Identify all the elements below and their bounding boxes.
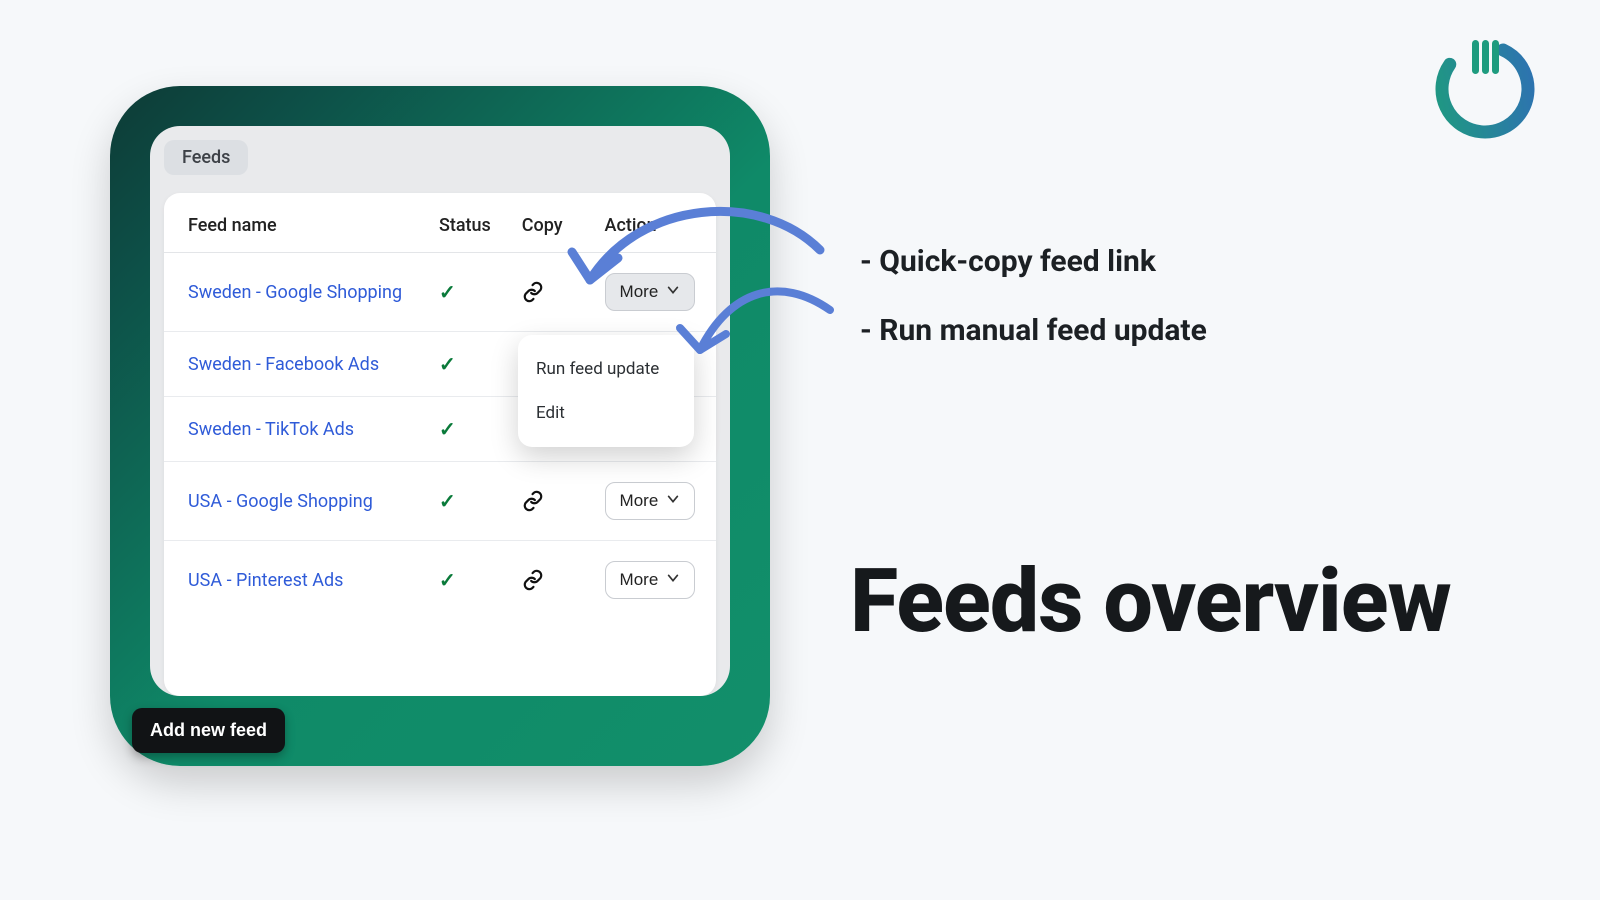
feed-name-link[interactable]: USA - Pinterest Ads bbox=[188, 570, 343, 591]
chevron-down-icon bbox=[666, 282, 680, 302]
more-button-label: More bbox=[620, 282, 659, 302]
table-row: USA - Google Shopping ✓ More bbox=[164, 462, 716, 541]
table-row: USA - Pinterest Ads ✓ More bbox=[164, 541, 716, 620]
note-run-update: - Run manual feed update bbox=[860, 311, 1207, 352]
copy-link-icon[interactable] bbox=[522, 490, 585, 512]
copy-link-icon[interactable] bbox=[522, 281, 585, 303]
more-dropdown: Run feed update Edit bbox=[518, 335, 694, 447]
more-button-label: More bbox=[620, 491, 659, 511]
feed-name-link[interactable]: Sweden - TikTok Ads bbox=[188, 419, 354, 440]
note-quick-copy: - Quick-copy feed link bbox=[860, 242, 1207, 283]
add-new-feed-button[interactable]: Add new feed bbox=[132, 708, 285, 753]
more-button[interactable]: More bbox=[605, 561, 696, 599]
table-row: Sweden - Google Shopping ✓ More bbox=[164, 253, 716, 332]
dropdown-edit[interactable]: Edit bbox=[518, 391, 694, 435]
feeds-app: Feeds Feed name Status Copy Action Swede… bbox=[150, 126, 730, 696]
chevron-down-icon bbox=[666, 570, 680, 590]
tabs-row: Feeds bbox=[150, 126, 730, 181]
feeds-card: Feed name Status Copy Action Sweden - Go… bbox=[164, 193, 716, 696]
col-action: Action bbox=[595, 193, 716, 253]
copy-link-icon[interactable] bbox=[522, 569, 585, 591]
status-ok-icon: ✓ bbox=[439, 280, 456, 304]
feed-name-link[interactable]: Sweden - Facebook Ads bbox=[188, 354, 379, 375]
col-status: Status bbox=[429, 193, 512, 253]
feed-name-link[interactable]: Sweden - Google Shopping bbox=[188, 282, 402, 303]
page-title: Feeds overview bbox=[850, 550, 1451, 653]
annotation-notes: - Quick-copy feed link - Run manual feed… bbox=[860, 242, 1207, 379]
brand-logo bbox=[1430, 34, 1540, 144]
status-ok-icon: ✓ bbox=[439, 568, 456, 592]
device-frame: Feeds Feed name Status Copy Action Swede… bbox=[110, 86, 770, 766]
more-button-label: More bbox=[620, 570, 659, 590]
tab-feeds[interactable]: Feeds bbox=[164, 140, 248, 175]
chevron-down-icon bbox=[666, 491, 680, 511]
more-button[interactable]: More bbox=[605, 482, 696, 520]
col-feed-name: Feed name bbox=[164, 193, 429, 253]
status-ok-icon: ✓ bbox=[439, 417, 456, 441]
col-copy: Copy bbox=[512, 193, 595, 253]
dropdown-run-feed-update[interactable]: Run feed update bbox=[518, 347, 694, 391]
status-ok-icon: ✓ bbox=[439, 489, 456, 513]
feed-name-link[interactable]: USA - Google Shopping bbox=[188, 491, 373, 512]
more-button[interactable]: More bbox=[605, 273, 696, 311]
status-ok-icon: ✓ bbox=[439, 352, 456, 376]
